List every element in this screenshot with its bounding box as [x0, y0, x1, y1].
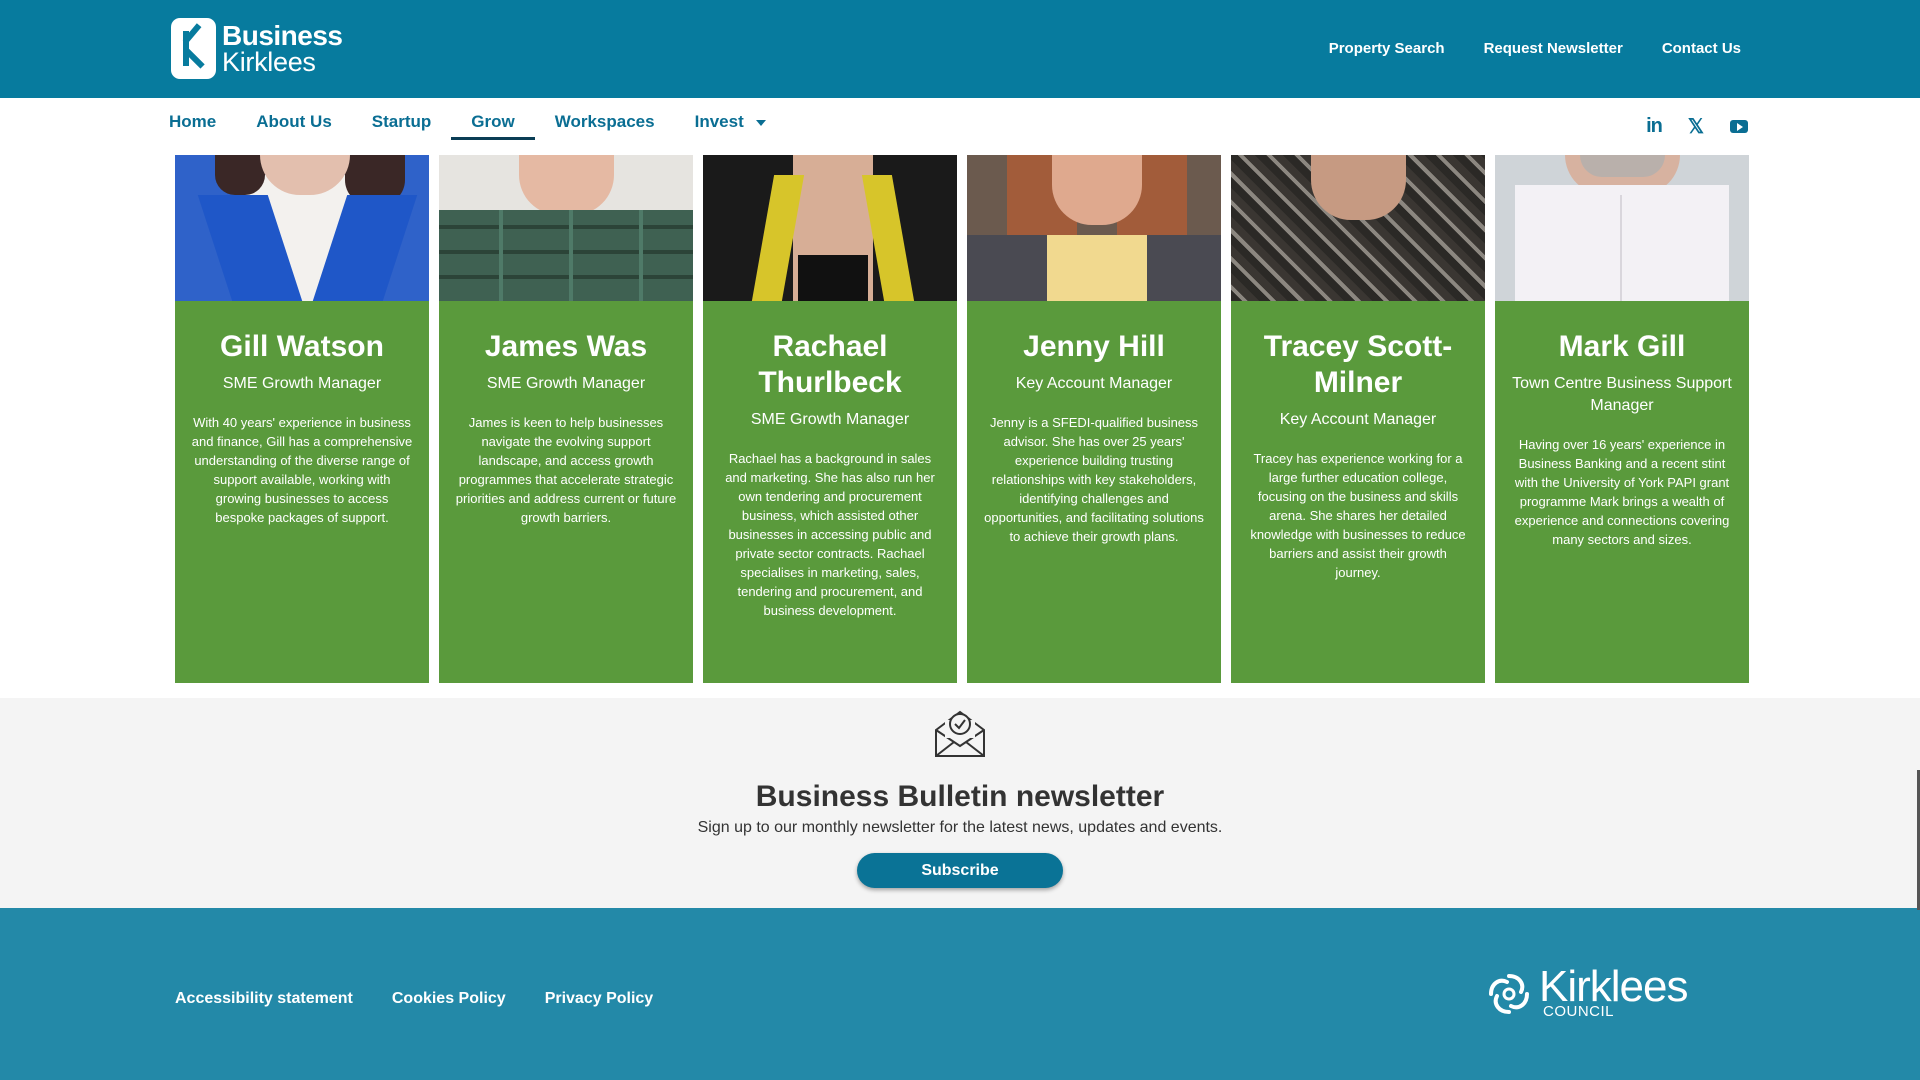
nav-item-home[interactable]: Home: [169, 110, 236, 140]
nav-item-invest[interactable]: Invest: [675, 110, 786, 140]
site-footer: Accessibility statement Cookies Policy P…: [0, 908, 1920, 1080]
linkedin-icon[interactable]: in: [1646, 115, 1663, 138]
team-photo: [175, 155, 429, 301]
logo-line1: Business: [222, 19, 343, 51]
site-header: Business Kirklees Property Search Reques…: [0, 0, 1920, 98]
team-role: SME Growth Manager: [750, 411, 910, 428]
team-description: Jenny is a SFEDI-qualified business advi…: [984, 415, 1204, 544]
team-description: Having over 16 years' experience in Busi…: [1514, 437, 1730, 547]
team-role: SME Growth Manager: [486, 375, 646, 392]
top-links: Property Search Request Newsletter Conta…: [1329, 40, 1741, 57]
kirklees-council-logo[interactable]: Kirklees COUNCIL: [1485, 962, 1688, 1019]
team-card: James Was SME Growth Manager James is ke…: [439, 155, 693, 683]
main-nav: Home About Us Startup Grow Workspaces In…: [0, 98, 1920, 154]
team-name: Mark Gill: [1558, 330, 1686, 363]
team-photo: [439, 155, 693, 301]
property-search-link[interactable]: Property Search: [1329, 40, 1445, 57]
team-photo: [967, 155, 1221, 301]
nav-item-workspaces[interactable]: Workspaces: [535, 110, 675, 140]
newsletter-section: Business Bulletin newsletter Sign up to …: [0, 698, 1920, 908]
team-description: Rachael has a background in sales and ma…: [725, 451, 935, 618]
cookies-policy-link[interactable]: Cookies Policy: [392, 990, 506, 1008]
team-card: Gill Watson SME Growth Manager With 40 y…: [175, 155, 429, 683]
team-card: Tracey Scott-Milner Key Account Manager …: [1231, 155, 1485, 683]
team-card: Mark Gill Town Centre Business Support M…: [1495, 155, 1749, 683]
social-links: in 𝕏: [1646, 114, 1748, 139]
subscribe-button[interactable]: Subscribe: [857, 853, 1063, 888]
team-name: Tracey Scott-Milner: [1263, 330, 1453, 399]
team-photo: [703, 155, 957, 301]
team-role: Town Centre Business Support Manager: [1512, 375, 1732, 414]
envelope-check-icon: [935, 710, 985, 757]
nav-item-about-us[interactable]: About Us: [236, 110, 352, 140]
logo-line2: Kirklees: [222, 46, 316, 77]
team-card: Jenny Hill Key Account Manager Jenny is …: [967, 155, 1221, 683]
request-newsletter-link[interactable]: Request Newsletter: [1484, 40, 1623, 57]
kirklees-swirl-icon: [1489, 974, 1529, 1014]
privacy-policy-link[interactable]: Privacy Policy: [545, 990, 654, 1008]
team-name: Jenny Hill: [1023, 330, 1165, 363]
x-icon[interactable]: 𝕏: [1688, 114, 1704, 139]
newsletter-subtitle: Sign up to our monthly newsletter for th…: [697, 819, 1223, 836]
team-name: Gill Watson: [220, 330, 384, 363]
team-name: James Was: [484, 330, 648, 363]
team-photo: [1495, 155, 1749, 301]
nav-item-startup[interactable]: Startup: [352, 110, 452, 140]
team-role: Key Account Manager: [1015, 375, 1173, 392]
team-role: SME Growth Manager: [222, 375, 382, 392]
caret-down-icon: [755, 119, 766, 126]
newsletter-title: Business Bulletin newsletter: [755, 780, 1165, 813]
team-card: Rachael Thurlbeck SME Growth Manager Rac…: [703, 155, 957, 683]
team-name: Rachael Thurlbeck: [758, 330, 902, 399]
k-logo-icon: [171, 18, 216, 79]
team-description: Tracey has experience working for a larg…: [1250, 451, 1466, 580]
nav-item-invest-label: Invest: [694, 112, 744, 131]
contact-us-link[interactable]: Contact Us: [1662, 40, 1741, 57]
team-role: Key Account Manager: [1279, 411, 1437, 428]
business-kirklees-logo[interactable]: Business Kirklees: [171, 18, 343, 79]
footer-links: Accessibility statement Cookies Policy P…: [175, 990, 653, 1008]
team-photo: [1231, 155, 1485, 301]
team-description: With 40 years' experience in business an…: [191, 415, 413, 525]
youtube-icon[interactable]: [1730, 120, 1748, 133]
team-description: James is keen to help businesses navigat…: [455, 415, 677, 525]
team-cards: Gill Watson SME Growth Manager With 40 y…: [175, 155, 1749, 683]
kirklees-logo-name: Kirklees: [1539, 962, 1688, 1011]
nav-item-grow[interactable]: Grow: [451, 110, 536, 140]
accessibility-statement-link[interactable]: Accessibility statement: [175, 990, 353, 1008]
